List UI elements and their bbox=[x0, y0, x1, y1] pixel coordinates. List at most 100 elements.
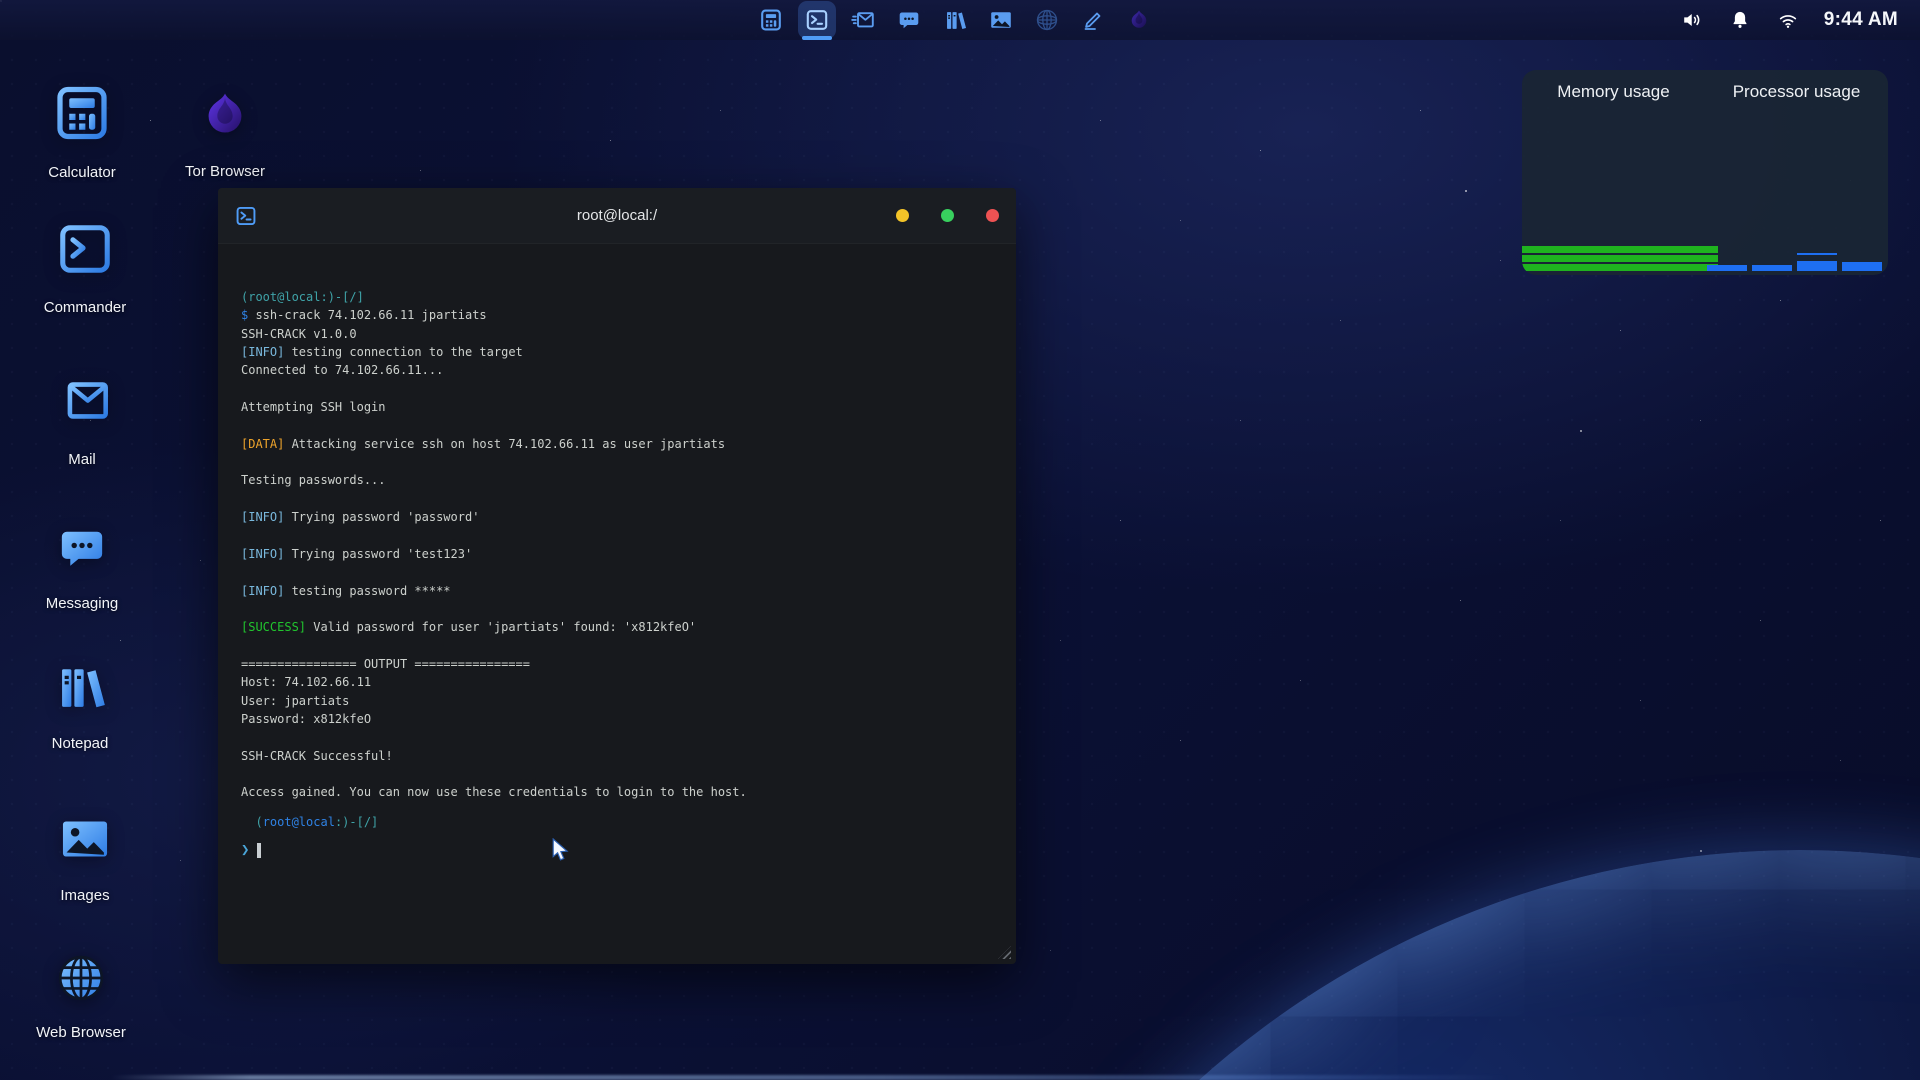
topbar-app-images[interactable] bbox=[982, 1, 1020, 39]
terminal-blank-line bbox=[241, 637, 996, 655]
calculator-icon bbox=[52, 83, 112, 148]
terminal-line: $ ssh-crack 74.102.66.11 jpartiats bbox=[241, 306, 996, 324]
desktop-icon-tor-browser[interactable]: Tor Browser bbox=[150, 88, 300, 180]
mail-icon bbox=[53, 372, 111, 435]
topbar-app-notepad[interactable] bbox=[936, 1, 974, 39]
image-icon bbox=[989, 8, 1013, 32]
topbar-app-editor[interactable] bbox=[1074, 1, 1112, 39]
terminal-line: SSH-CRACK v1.0.0 bbox=[241, 325, 996, 343]
terminal-line: [SUCCESS] Valid password for user 'jpart… bbox=[241, 618, 996, 636]
cpu-usage-bar bbox=[1842, 262, 1882, 271]
status-volume[interactable] bbox=[1680, 8, 1704, 32]
volume-icon bbox=[1681, 9, 1703, 31]
clock: 9:44 AM bbox=[1824, 9, 1898, 31]
terminal-blank-line bbox=[241, 490, 996, 508]
terminal-blank-line bbox=[241, 728, 996, 746]
terminal-cursor bbox=[257, 843, 261, 858]
terminal-line: (root@local:)-[/] bbox=[241, 813, 996, 831]
topbar-app-mail[interactable] bbox=[844, 1, 882, 39]
terminal-line: (root@local:)-[/] bbox=[241, 288, 996, 306]
desktop-icon-images[interactable]: Images bbox=[10, 812, 160, 904]
terminal-line: ================ OUTPUT ================ bbox=[241, 655, 996, 673]
maximize-button[interactable] bbox=[941, 209, 954, 222]
terminal-icon bbox=[56, 220, 114, 283]
terminal-body[interactable]: (root@local:)-[/]$ ssh-crack 74.102.66.1… bbox=[218, 244, 1016, 859]
memory-usage-label: Memory usage bbox=[1522, 82, 1705, 102]
desktop-icon-commander[interactable]: Commander bbox=[10, 220, 160, 316]
globe-grid-icon bbox=[1035, 8, 1059, 32]
onion-icon bbox=[1127, 8, 1151, 32]
topbar-app-terminal[interactable] bbox=[798, 1, 836, 39]
terminal-titlebar[interactable]: root@local:/ bbox=[218, 188, 1016, 244]
chat-icon bbox=[56, 522, 108, 579]
desktop-screen: 9:44 AM Calculator Tor Browser Commander… bbox=[0, 0, 1920, 1080]
terminal-line: Connected to 74.102.66.11... bbox=[241, 361, 996, 379]
globe-icon bbox=[56, 953, 106, 1003]
calculator-icon bbox=[759, 8, 783, 32]
terminal-line: Attempting SSH login bbox=[241, 398, 996, 416]
onion-icon bbox=[198, 88, 252, 142]
desktop-icon-label: Notepad bbox=[52, 735, 109, 752]
onion-icon bbox=[198, 88, 252, 147]
books-icon bbox=[53, 660, 107, 719]
globe-icon bbox=[56, 953, 106, 1008]
chat-icon bbox=[897, 8, 921, 32]
system-monitor-widget: Memory usage Processor usage bbox=[1522, 70, 1888, 275]
status-wifi[interactable] bbox=[1776, 8, 1800, 32]
cpu-usage-cap bbox=[1797, 253, 1837, 255]
topbar: 9:44 AM bbox=[0, 0, 1920, 40]
desktop-icon-mail[interactable]: Mail bbox=[7, 372, 157, 468]
terminal-line: [DATA] Attacking service ssh on host 74.… bbox=[241, 435, 996, 453]
terminal-blank-line bbox=[241, 526, 996, 544]
widget-headers: Memory usage Processor usage bbox=[1522, 82, 1888, 102]
chat-icon bbox=[56, 522, 108, 574]
topbar-app-network-globe[interactable] bbox=[1028, 1, 1066, 39]
terminal-blank-line bbox=[241, 453, 996, 471]
desktop-icon-label: Mail bbox=[68, 451, 96, 468]
books-icon bbox=[53, 660, 107, 714]
terminal-line: [INFO] testing password ***** bbox=[241, 582, 996, 600]
minimize-button[interactable] bbox=[896, 209, 909, 222]
status-notifications[interactable] bbox=[1728, 8, 1752, 32]
terminal-line: Password: x812kfeO bbox=[241, 710, 996, 728]
terminal-line: Testing passwords... bbox=[241, 471, 996, 489]
close-button[interactable] bbox=[986, 209, 999, 222]
desktop-icon-label: Tor Browser bbox=[185, 163, 265, 180]
desktop-icon-messaging[interactable]: Messaging bbox=[7, 522, 157, 612]
image-icon bbox=[58, 812, 112, 866]
topbar-status-area: 9:44 AM bbox=[1680, 0, 1898, 40]
window-controls bbox=[896, 209, 999, 222]
resize-grip[interactable] bbox=[998, 946, 1011, 959]
topbar-app-tor-browser[interactable] bbox=[1120, 1, 1158, 39]
terminal-blank-line bbox=[241, 380, 996, 398]
desktop-icon-label: Web Browser bbox=[36, 1024, 126, 1041]
terminal-blank-line bbox=[241, 416, 996, 434]
terminal-blank-line bbox=[241, 563, 996, 581]
horizon-glow bbox=[110, 1075, 1510, 1080]
processor-usage-graph bbox=[1522, 235, 1888, 275]
processor-usage-label: Processor usage bbox=[1705, 82, 1888, 102]
terminal-line: Host: 74.102.66.11 bbox=[241, 673, 996, 691]
bell-icon bbox=[1729, 9, 1751, 31]
desktop-icon-web-browser[interactable]: Web Browser bbox=[6, 953, 156, 1041]
desktop-icon-notepad[interactable]: Notepad bbox=[5, 660, 155, 752]
topbar-app-dock bbox=[752, 1, 1158, 39]
desktop-icon-calculator[interactable]: Calculator bbox=[7, 83, 157, 181]
topbar-app-messaging[interactable] bbox=[890, 1, 928, 39]
desktop-icon-label: Calculator bbox=[48, 164, 116, 181]
desktop-icon-label: Messaging bbox=[46, 595, 119, 612]
prompt-chevron: ❯ bbox=[241, 841, 249, 859]
terminal-blank-line bbox=[241, 600, 996, 618]
calculator-icon bbox=[52, 83, 112, 143]
terminal-line: Access gained. You can now use these cre… bbox=[241, 783, 996, 801]
topbar-app-calculator[interactable] bbox=[752, 1, 790, 39]
cpu-usage-bar bbox=[1752, 265, 1792, 271]
terminal-window: root@local:/ (root@local:)-[/]$ ssh-crac… bbox=[218, 188, 1016, 964]
terminal-line: [INFO] Trying password 'password' bbox=[241, 508, 996, 526]
planet-horizon bbox=[900, 850, 1920, 1080]
terminal-icon bbox=[805, 8, 829, 32]
terminal-line: [INFO] Trying password 'test123' bbox=[241, 545, 996, 563]
mail-icon bbox=[53, 372, 111, 430]
terminal-prompt[interactable]: ❯ bbox=[241, 841, 996, 859]
desktop-icon-label: Images bbox=[60, 887, 109, 904]
